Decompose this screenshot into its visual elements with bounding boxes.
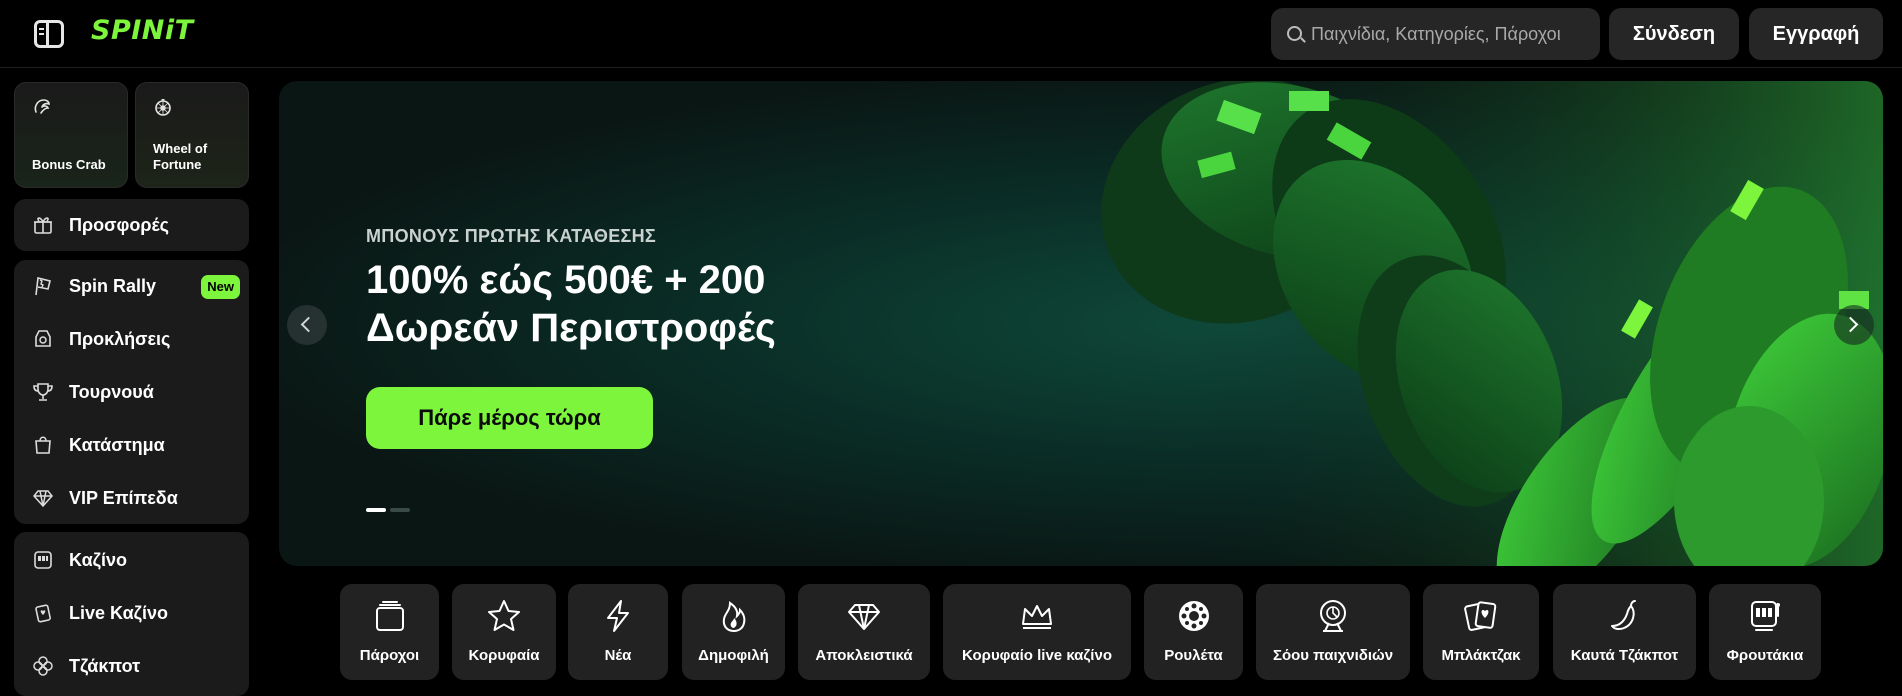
sidebar-item-vip-levels[interactable]: VIP Επίπεδα — [14, 474, 249, 522]
game-show-wheel-icon — [1320, 600, 1346, 632]
carousel-next-icon[interactable] — [1834, 305, 1874, 345]
sidebar-toggle-icon[interactable] — [34, 20, 64, 48]
sidebar-item-casino[interactable]: Καζίνο — [14, 536, 249, 584]
carousel-dot-active[interactable] — [366, 508, 386, 512]
wheel-icon — [155, 99, 171, 116]
slot-machine-icon — [1751, 601, 1780, 631]
carousel-dot[interactable] — [390, 508, 410, 512]
carousel-prev-icon[interactable] — [287, 305, 327, 345]
sidebar-item-label: Προσφορές — [69, 215, 169, 235]
racing-flag-icon — [35, 277, 51, 296]
clover-icon — [33, 656, 53, 676]
games-panel: Καζίνο Live Καζίνο Τζάκποτ — [14, 532, 249, 696]
diamond-icon — [848, 604, 880, 630]
category-blackjack[interactable]: Μπλάκτζακ — [1423, 584, 1539, 680]
hero-title: 100% εώς 500€ + 200 Δωρεάν Περιστροφές — [366, 256, 926, 352]
live-cards-icon — [35, 604, 51, 623]
gift-icon — [34, 217, 52, 234]
sidebar-item-label: Προκλήσεις — [69, 329, 171, 349]
top-header: SPINiT Σύνδεση Εγγραφή — [0, 0, 1902, 68]
carousel-indicators — [366, 508, 416, 514]
join-now-button[interactable]: Πάρε μέρος τώρα — [366, 387, 653, 449]
search-icon — [1287, 26, 1302, 41]
quick-link-bonus-crab[interactable]: Bonus Crab — [14, 82, 128, 188]
category-label: Κορυφαία — [468, 647, 540, 664]
register-button[interactable]: Εγγραφή — [1749, 8, 1883, 60]
hero-title-line: Δωρεάν Περιστροφές — [366, 306, 776, 350]
cards-icon — [1464, 601, 1497, 631]
category-label: Φρουτάκια — [1726, 647, 1804, 664]
search-box[interactable] — [1271, 8, 1600, 60]
sidebar-item-label: Κατάστημα — [69, 435, 165, 455]
category-top[interactable]: Κορυφαία — [452, 584, 556, 680]
category-label: Νέα — [604, 647, 632, 664]
search-input[interactable] — [1311, 8, 1596, 60]
lightning-icon — [607, 600, 629, 632]
crown-icon — [1022, 605, 1052, 629]
quick-link-label: Bonus Crab — [32, 157, 106, 172]
hero-title-line: 100% εώς 500€ + 200 — [366, 258, 766, 302]
sidebar-item-label: Spin Rally — [69, 276, 157, 296]
flame-icon — [722, 601, 745, 633]
sidebar-item-label: Καζίνο — [69, 550, 127, 570]
promos-panel: Προσφορές — [14, 199, 249, 251]
sidebar-item-shop[interactable]: Κατάστημα — [14, 421, 249, 469]
providers-stack-icon — [375, 601, 404, 631]
sidebar-item-jackpot[interactable]: Τζάκποτ — [14, 642, 249, 690]
sidebar-item-live-casino[interactable]: Live Καζίνο — [14, 589, 249, 637]
slot-machine-icon — [34, 551, 52, 569]
category-label: Κορυφαίο live καζίνο — [962, 647, 1112, 664]
category-providers[interactable]: Πάροχοι — [340, 584, 439, 680]
category-new[interactable]: Νέα — [568, 584, 668, 680]
crab-claw-icon — [34, 99, 50, 114]
diamond-icon — [33, 490, 53, 508]
category-hot-jackpots[interactable]: Καυτά Τζάκποτ — [1553, 584, 1696, 680]
quick-link-label: Wheel of Fortune — [153, 141, 208, 172]
spinit-logo[interactable]: SPINiT — [91, 15, 194, 46]
sidebar-item-tournaments[interactable]: Τουρνουά — [14, 368, 249, 416]
shopping-bag-icon — [35, 436, 51, 454]
sidebar-item-label: Τουρνουά — [69, 382, 154, 402]
category-game-shows[interactable]: Σόου παιχνιδιών — [1256, 584, 1410, 680]
roulette-icon — [1178, 601, 1209, 631]
sidebar-item-label: Live Καζίνο — [69, 603, 168, 623]
hero-banner[interactable]: ΜΠΟΝΟΥΣ ΠΡΩΤΗΣ ΚΑΤΑΘΕΣΗΣ 100% εώς 500€ +… — [279, 81, 1883, 566]
sidebar-item-spin-rally[interactable]: Spin Rally New — [14, 262, 249, 310]
category-label: Δημοφιλή — [698, 647, 769, 664]
challenge-icon — [35, 330, 51, 347]
sidebar-item-label: Τζάκποτ — [69, 656, 141, 676]
category-label: Καυτά Τζάκποτ — [1570, 647, 1679, 664]
sidebar-item-label: VIP Επίπεδα — [69, 488, 178, 508]
category-exclusive[interactable]: Αποκλειστικά — [798, 584, 930, 680]
login-button[interactable]: Σύνδεση — [1609, 8, 1739, 60]
category-top-live-casino[interactable]: Κορυφαίο live καζίνο — [943, 584, 1131, 680]
category-popular[interactable]: Δημοφιλή — [682, 584, 785, 680]
star-icon — [488, 600, 520, 631]
new-badge: New — [201, 275, 240, 299]
features-panel: Spin Rally New Προκλήσεις Τουρνουά Κατάσ… — [14, 260, 249, 524]
category-label: Αποκλειστικά — [815, 647, 913, 664]
category-label: Μπλάκτζακ — [1441, 647, 1521, 664]
category-label: Πάροχοι — [359, 647, 420, 664]
sidebar-item-promotions[interactable]: Προσφορές — [14, 201, 249, 249]
trophy-icon — [33, 383, 53, 401]
category-label: Ρουλέτα — [1164, 647, 1223, 664]
hero-subtitle: ΜΠΟΝΟΥΣ ΠΡΩΤΗΣ ΚΑΤΑΘΕΣΗΣ — [366, 226, 657, 246]
category-roulette[interactable]: Ρουλέτα — [1144, 584, 1243, 680]
category-label: Σόου παιχνιδιών — [1272, 647, 1394, 664]
sidebar-item-challenges[interactable]: Προκλήσεις — [14, 315, 249, 363]
category-slots[interactable]: Φρουτάκια — [1709, 584, 1821, 680]
chili-icon — [1610, 600, 1636, 631]
quick-link-wheel-of-fortune[interactable]: Wheel of Fortune — [135, 82, 249, 188]
